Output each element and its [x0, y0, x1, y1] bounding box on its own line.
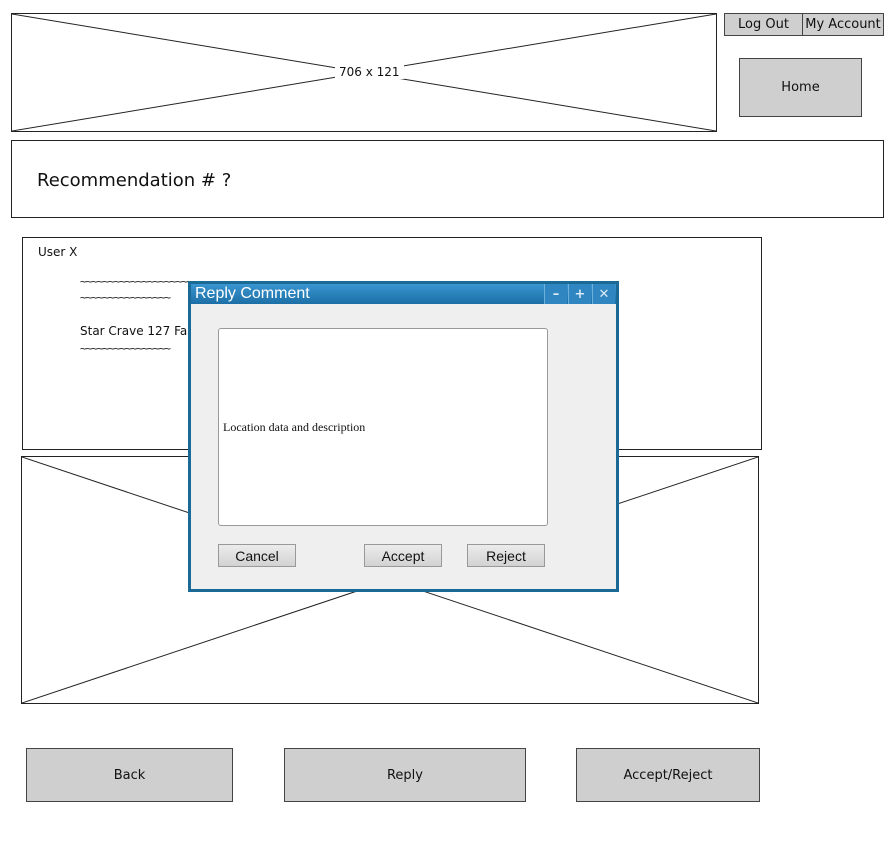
back-button[interactable]: Back — [26, 748, 233, 802]
comment-user: User X — [38, 245, 78, 259]
reply-text-value: Location data and description — [223, 420, 366, 434]
title-panel: Recommendation # ? — [11, 140, 884, 218]
banner-size-label: 706 x 121 — [335, 65, 404, 79]
my-account-button[interactable]: My Account — [802, 13, 884, 36]
home-button[interactable]: Home — [739, 58, 862, 117]
page-title: Recommendation # ? — [37, 170, 232, 191]
cancel-button[interactable]: Cancel — [218, 544, 296, 567]
close-icon[interactable]: ✕ — [592, 284, 615, 304]
reply-button[interactable]: Reply — [284, 748, 526, 802]
comment-text-line: ~~~~~~~~~~~~~~~~ — [80, 291, 171, 304]
accept-button[interactable]: Accept — [364, 544, 442, 567]
reply-text-area[interactable]: Location data and description — [218, 328, 548, 526]
accept-reject-button[interactable]: Accept/Reject — [576, 748, 760, 802]
plus-icon[interactable]: + — [568, 284, 591, 304]
banner-image-placeholder: 706 x 121 — [11, 13, 717, 132]
minimize-icon[interactable]: – — [544, 284, 567, 304]
comment-text-line: Star Crave 127 Fas — [80, 324, 194, 338]
reply-comment-dialog: Reply Comment – + ✕ Location data and de… — [188, 281, 619, 592]
comment-text-line: ~~~~~~~~~~~~~~~~ — [80, 342, 171, 355]
logout-button[interactable]: Log Out — [724, 13, 803, 36]
dialog-title: Reply Comment — [195, 285, 310, 302]
reject-button[interactable]: Reject — [467, 544, 545, 567]
dialog-titlebar[interactable]: Reply Comment – + ✕ — [191, 284, 616, 304]
